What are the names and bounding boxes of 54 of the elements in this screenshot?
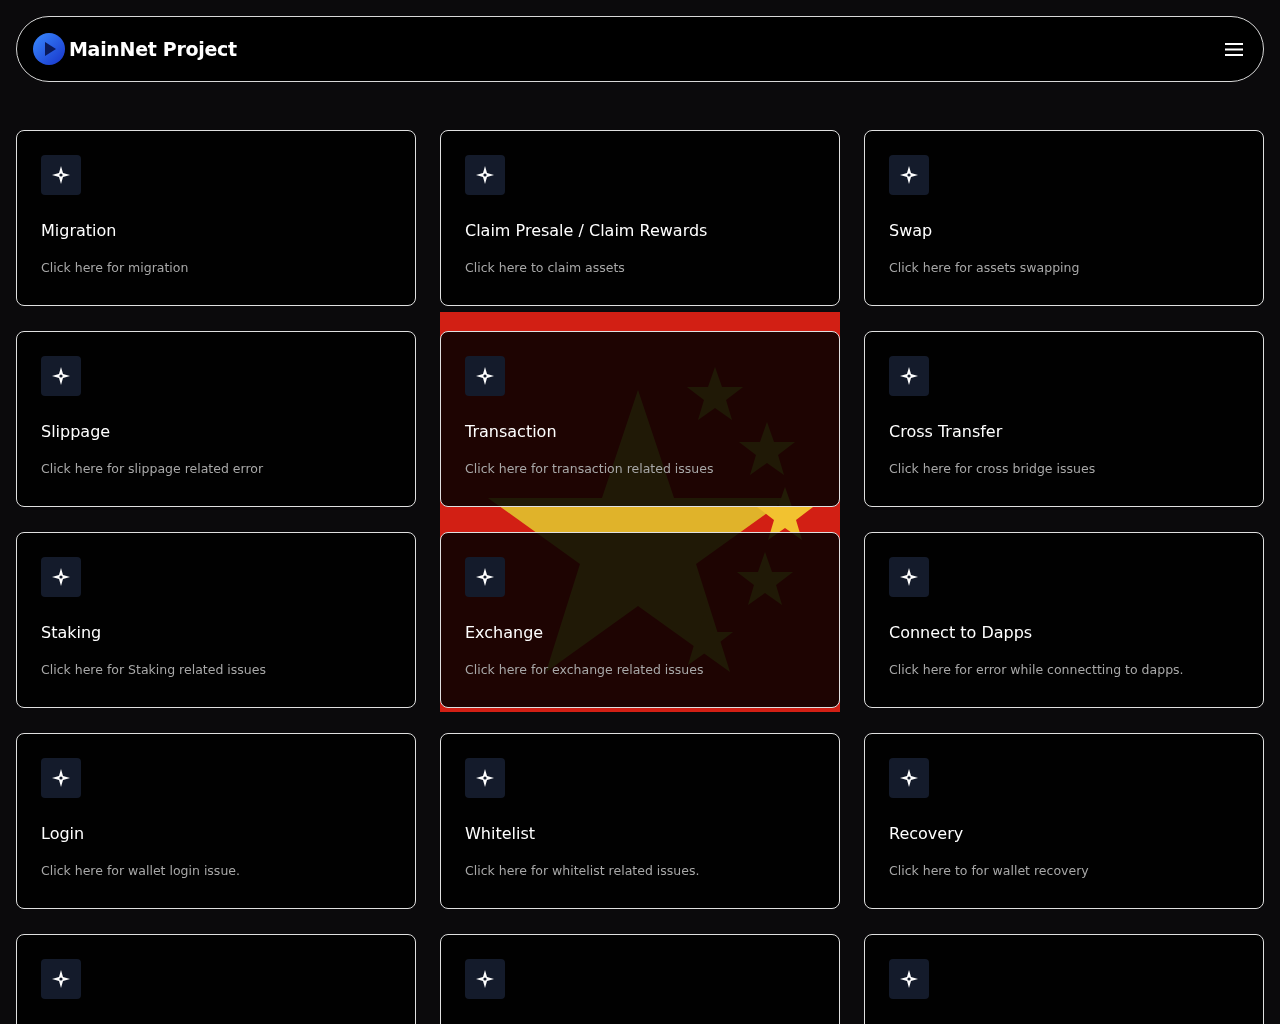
card-description: Click here for wallet login issue. [41,863,241,878]
sparkle-icon [465,959,505,999]
sparkle-icon [41,356,81,396]
option-card[interactable]: Staking Click here for Staking related issues [16,532,416,708]
sparkle-icon [465,356,505,396]
card-description: Click here to for wallet recovery [889,863,1090,878]
option-card[interactable]: Migration Click here for migration [16,130,416,306]
option-card[interactable]: Recovery Click here to for wallet recovery [864,733,1264,909]
card-title: Migration [41,221,118,240]
option-card[interactable]: Login Click here for wallet login issue. [16,733,416,909]
brand-name: MainNet Project [69,38,237,60]
sparkle-icon [465,758,505,798]
option-card[interactable]: Claim Presale / Claim Rewards Click here to claim assets [440,130,840,306]
card-title: Slippage [41,422,112,441]
option-card[interactable]: Cross Transfer Click here for cross bridge issues [864,331,1264,507]
card-title: Whitelist [465,824,537,843]
sparkle-icon [41,959,81,999]
card-description: Click here for slippage related error [41,461,265,476]
menu-icon [1225,42,1243,56]
card-description: Click here for whitelist related issues. [465,863,701,878]
play-logo-icon [33,33,65,65]
sparkle-icon [41,557,81,597]
option-card[interactable]: Swap Click here for assets swapping [864,130,1264,306]
card-description: Click here for exchange related issues [465,662,705,677]
option-card[interactable]: Whitelist Click here for whitelist related issues. [440,733,840,909]
card-description: Click here for cross bridge issues [889,461,1097,476]
sparkle-icon [41,758,81,798]
option-card[interactable]: Transaction Click here for transaction related issues [440,331,840,507]
card-title: Staking [41,623,103,642]
option-card[interactable]: Slippage Click here for slippage related error [16,331,416,507]
sparkle-icon [465,557,505,597]
card-description: Click here to claim assets [465,260,626,275]
option-card[interactable]: Connect to Dapps Click here for error while connectting to dapps. [864,532,1264,708]
card-title: Connect to Dapps [889,623,1034,642]
sparkle-icon [889,356,929,396]
card-title: Transaction [465,422,558,441]
card-title: Exchange [465,623,545,642]
sparkle-icon [889,155,929,195]
card-title: Recovery [889,824,965,843]
sparkle-icon [889,959,929,999]
card-title: Swap [889,221,934,240]
card-description: Click here for assets swapping [889,260,1081,275]
option-card[interactable]: Exchange Click here for exchange related issues [440,532,840,708]
sparkle-icon [41,155,81,195]
card-title: Cross Transfer [889,422,1004,441]
card-description: Click here for migration [41,260,190,275]
sparkle-icon [889,557,929,597]
card-description: Click here for transaction related issues [465,461,715,476]
card-title: Claim Presale / Claim Rewards [465,221,709,240]
sparkle-icon [889,758,929,798]
card-title: Login [41,824,86,843]
card-description: Click here for Staking related issues [41,662,267,677]
card-description: Click here for error while connectting to dapps. [889,662,1185,677]
sparkle-icon [465,155,505,195]
